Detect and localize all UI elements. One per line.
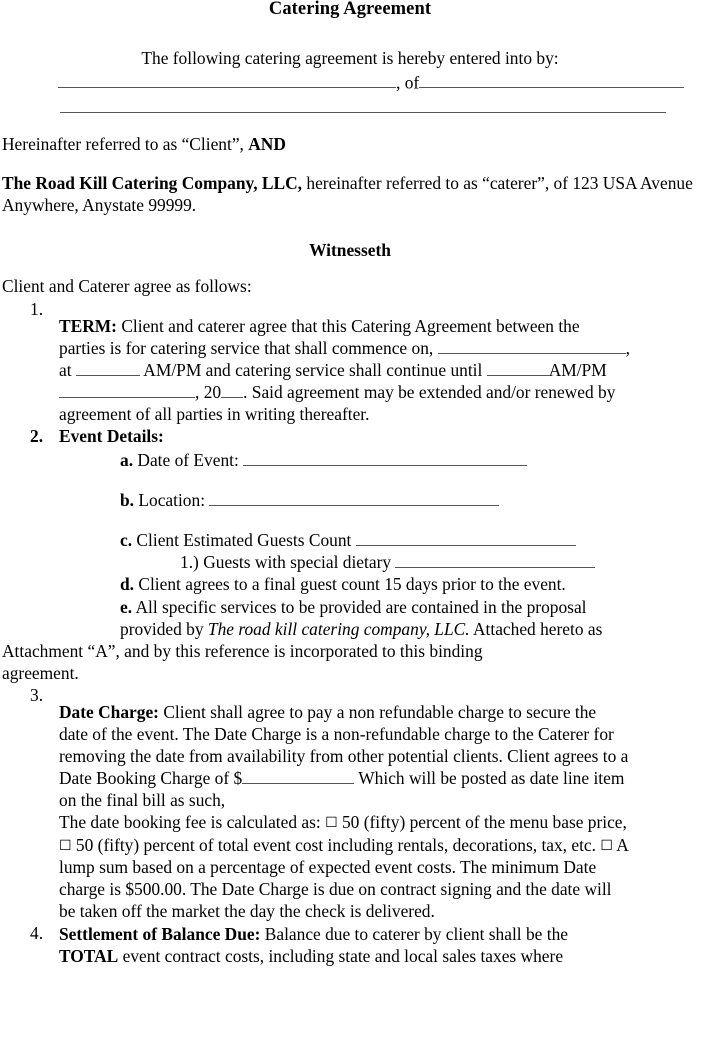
special-dietary-blank[interactable]: [395, 553, 596, 569]
sub-marker-e: e.: [120, 596, 133, 617]
intro-sentence: The following catering agreement is here…: [141, 47, 559, 68]
clause-3-line-8: lump sum based on a percentage of expect…: [59, 857, 597, 878]
date-booking-charge-label: Date Booking Charge of $: [59, 767, 243, 788]
clause-3-line-5: on the final bill as such,: [59, 789, 226, 810]
clause-1-line-4-rest: . Said agreement may be extended and/or …: [243, 381, 616, 402]
sub-item-proposal-line: provided by The road kill catering compa…: [59, 618, 698, 640]
guest-count-blank[interactable]: [355, 531, 576, 547]
sub-marker-b: b.: [120, 490, 135, 511]
total-keyword: TOTAL: [59, 946, 119, 967]
sub-label-location: Location:: [134, 490, 206, 511]
clause-1-line-3-mid: AM/PM and catering service shall continu…: [139, 359, 487, 380]
end-time-blank[interactable]: [486, 361, 549, 376]
sub-label-guest-count: Client Estimated Guests Count: [132, 530, 352, 551]
commence-date-blank[interactable]: [437, 339, 626, 354]
sub-marker-1-paren: 1.): [180, 552, 199, 573]
clause-number-2: 2.: [30, 426, 44, 447]
caterer-paragraph: The Road Kill Catering Company, LLC, her…: [2, 156, 698, 217]
clause-3-line-4: Date Booking Charge of $ Which will be p…: [59, 767, 698, 789]
end-date-blank[interactable]: [59, 383, 195, 398]
sub-marker-c: c.: [120, 530, 133, 551]
party-address-fill-row: [2, 92, 698, 117]
clause-4-line-1: Balance due to caterer by client shall b…: [260, 924, 568, 945]
agreement-line: agreement.: [2, 662, 79, 683]
client-name-blank[interactable]: [58, 74, 396, 89]
clause-3-line-3: removing the date from availability from…: [59, 745, 629, 766]
sub-item-specific-services: e. All specific services to be provided …: [59, 596, 698, 618]
clause-1-line-4: , 20 . Said agreement may be extended and…: [59, 381, 698, 403]
year-blank[interactable]: [221, 383, 244, 398]
clause-item-event-details: 2. Event Details: a. Date of Event: b. L…: [2, 425, 698, 684]
clause-item-date-charge: 3. Date Charge: Client shall agree to pa…: [2, 684, 698, 923]
clause-1-line-2: parties is for catering service that sha…: [59, 337, 698, 359]
proposal-company-italic: The road kill catering company, LLC.: [207, 618, 470, 639]
checkbox-empty-icon-3[interactable]: ☐: [600, 838, 613, 856]
clause-3-line-10: be taken off the market the day the chec…: [59, 901, 435, 922]
clause-1-line-3: at AM/PM and catering service shall cont…: [59, 359, 698, 381]
sub-item-special-dietary: 1.) Guests with special dietary: [59, 551, 698, 573]
checkbox-empty-icon-1[interactable]: ☐: [325, 815, 338, 833]
clause-4-line-2-rest: event contract costs, including state an…: [118, 946, 564, 967]
proposal-suffix: Attached hereto as: [469, 618, 603, 639]
clause-1-line-1: Client and caterer agree that this Cater…: [116, 315, 580, 336]
clause-item-term: 1. TERM: Client and caterer agree that t…: [2, 298, 698, 425]
clause-number-4: 4.: [30, 923, 44, 944]
clause-item-settlement: 4. Settlement of Balance Due: Balance du…: [2, 922, 698, 967]
page-title: Catering Agreement: [268, 0, 432, 19]
sub-item-guest-count: c. Client Estimated Guests Count: [59, 511, 698, 551]
party-name-fill-row: , of: [2, 67, 698, 92]
clause-3-line-6: The date booking fee is calculated as: ☐…: [59, 811, 698, 834]
checkbox-empty-icon-2[interactable]: ☐: [59, 838, 72, 856]
sub-label-special-dietary: Guests with special dietary: [198, 552, 392, 573]
clause-list: 1. TERM: Client and caterer agree that t…: [2, 298, 698, 967]
clause-1-line-2-text: parties is for catering service that sha…: [59, 337, 438, 358]
fee-option-2-text: 50 (fifty) percent of total event cost i…: [71, 834, 601, 855]
clause-1-ampm-2: AM/PM: [548, 359, 607, 380]
date-booking-charge-blank[interactable]: [242, 769, 355, 784]
client-address-blank-2[interactable]: [60, 99, 666, 114]
proposal-prefix: provided by: [120, 618, 208, 639]
clause-3-line-7: ☐ 50 (fifty) percent of total event cost…: [59, 834, 698, 857]
sub-marker-d: d.: [120, 574, 135, 595]
sub-item-location: b. Location:: [59, 471, 698, 511]
clause-3-line-2: date of the event. The Date Charge is a …: [59, 723, 614, 744]
clause-3-line-9: charge is $500.00. The Date Charge is du…: [59, 879, 612, 900]
hereinafter-client-text: Hereinafter referred to as “Client”,: [2, 133, 249, 154]
fee-option-1-text: 50 (fifty) percent of the menu base pric…: [337, 811, 627, 832]
sub-item-date-of-event: a. Date of Event:: [59, 447, 698, 471]
clause-number-3: 3.: [30, 684, 44, 705]
and-keyword: AND: [248, 133, 286, 154]
sub-label-date-of-event: Date of Event:: [133, 450, 239, 471]
document-page: Catering Agreement The following caterin…: [0, 0, 728, 1042]
fee-option-3-text: A: [612, 834, 629, 855]
client-address-blank-1[interactable]: [419, 74, 685, 89]
witnesseth-heading: Witnesseth: [309, 239, 391, 260]
date-of-event-blank[interactable]: [243, 451, 528, 467]
date-booking-charge-suffix: Which will be posted as date line item: [354, 767, 625, 788]
location-blank[interactable]: [209, 491, 500, 507]
of-connector: , of: [396, 72, 420, 93]
caterer-company-name: The Road Kill Catering Company, LLC,: [2, 172, 303, 193]
clause-1-line-2-tail: ,: [625, 337, 630, 358]
clause-heading-date-charge: Date Charge:: [59, 701, 159, 722]
clause-4-line-2: TOTAL event contract costs, including st…: [59, 945, 698, 967]
sub-marker-a: a.: [120, 450, 134, 471]
agree-as-follows-line: Client and Caterer agree as follows:: [2, 276, 252, 297]
attachment-line: Attachment “A”, and by this reference is…: [2, 640, 483, 661]
clause-3-line-1: Client shall agree to pay a non refundab…: [158, 701, 597, 722]
clause-heading-term: TERM:: [59, 315, 117, 336]
clause-1-line-5: agreement of all parties in writing ther…: [59, 404, 370, 424]
hereinafter-client-paragraph: Hereinafter referred to as “Client”, AND: [2, 117, 698, 156]
clause-1-at-label: at: [59, 359, 76, 380]
sub-label-final-count: Client agrees to a final guest count 15 …: [134, 574, 566, 595]
sub-label-specific-services: All specific services to be provided are…: [132, 596, 587, 617]
sub-item-final-count: d. Client agrees to a final guest count …: [59, 573, 698, 595]
fee-calc-label: The date booking fee is calculated as:: [59, 811, 326, 832]
clause-heading-settlement: Settlement of Balance Due:: [59, 924, 261, 945]
start-time-blank[interactable]: [75, 361, 140, 376]
clause-heading-event-details: Event Details:: [59, 426, 164, 447]
clause-1-year-prefix: , 20: [195, 381, 222, 402]
clause-number-1: 1.: [30, 298, 44, 319]
